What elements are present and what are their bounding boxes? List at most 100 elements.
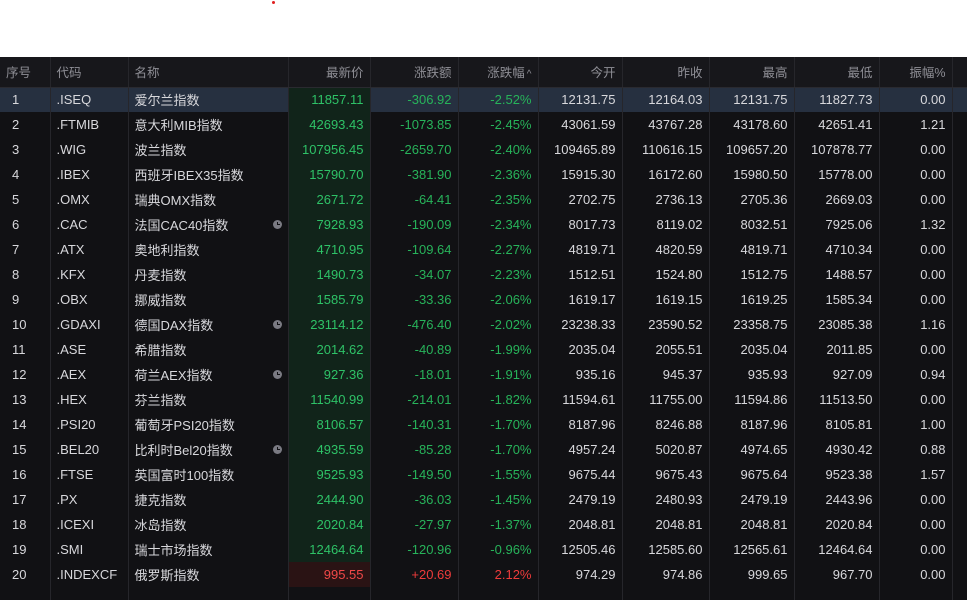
- cell-code-text: .ATX: [56, 242, 85, 257]
- header-pct-label: 涨跌幅: [487, 66, 525, 81]
- table-row[interactable]: 4 .IBEX 西班牙IBEX35指数 15790.70 -381.90 -2.36% 15…: [0, 162, 967, 187]
- sort-ascending-icon[interactable]: ^: [527, 69, 532, 80]
- table-row[interactable]: 19 .SMI 瑞士市场指数 12464.64 -120.96 -0.96% 12505.4…: [0, 537, 967, 562]
- cell-open: 4819.71: [538, 237, 623, 262]
- cell-change-text: +20.69: [411, 567, 452, 582]
- table-row[interactable]: 16 .FTSE 英国富时100指数 9525.93 -149.50 -1.55% 9675…: [0, 462, 967, 487]
- cell-amplitude: 0.00: [879, 337, 953, 362]
- cell-price-text: 4710.95: [316, 242, 364, 257]
- header-seq[interactable]: 序号: [0, 57, 51, 88]
- cell-high-text: 23358.75: [733, 317, 788, 332]
- cell-name-text: 比利时Bel20指数: [134, 443, 233, 458]
- cell-seq: 10: [0, 312, 51, 337]
- cell-prev-close-text: 8246.88: [655, 417, 703, 432]
- header-low[interactable]: 最低: [794, 57, 880, 88]
- cell-price: 107956.45: [288, 137, 371, 162]
- cell-high: 1619.25: [709, 287, 795, 312]
- cell-name: 法国CAC40指数: [128, 212, 289, 237]
- cell-price-text: 1490.73: [316, 267, 364, 282]
- cell-open-text: 4819.71: [568, 242, 616, 257]
- cell-price-text: 9525.93: [316, 467, 364, 482]
- cell-low-text: 11513.50: [819, 392, 873, 407]
- header-change[interactable]: 涨跌额: [370, 57, 459, 88]
- cell-high-text: 4974.65: [740, 442, 788, 457]
- cell-seq-text: 10: [12, 317, 27, 332]
- cell-pct: -1.70%: [458, 412, 539, 437]
- cell-price-text: 11540.99: [310, 392, 364, 407]
- clock-icon: [272, 220, 282, 229]
- table-row[interactable]: 12 .AEX 荷兰AEX指数 927.36 -18.01 -1.91% 935.16 945…: [0, 362, 967, 387]
- table-row[interactable]: 9 .OBX 挪威指数 1585.79 -33.36 -2.06% 1619.17 1619.…: [0, 287, 967, 312]
- cell-change: -120.96: [370, 537, 459, 562]
- cell-low-text: 107878.77: [811, 142, 873, 157]
- cell-pct-text: -0.96%: [490, 542, 532, 557]
- table-row[interactable]: 7 .ATX 奥地利指数 4710.95 -109.64 -2.27% 4819.71 482…: [0, 237, 967, 262]
- cell-seq: 4: [0, 162, 51, 187]
- header-price[interactable]: 最新价: [288, 57, 371, 88]
- table-row[interactable]: 1 .ISEQ 爱尔兰指数 11857.11 -306.92 -2.52% 12131.75…: [0, 87, 967, 112]
- cell-price-text: 7928.93: [316, 217, 364, 232]
- header-pct[interactable]: 涨跌幅 ^: [458, 57, 539, 88]
- cell-price-text: 107956.45: [302, 142, 364, 157]
- table-row[interactable]: 18 .ICEXI 冰岛指数 2020.84 -27.97 -1.37% 2048.81 20…: [0, 512, 967, 537]
- table-row[interactable]: 8 .KFX 丹麦指数 1490.73 -34.07 -2.23% 1512.51 1524.…: [0, 262, 967, 287]
- cell-change: -36.03: [370, 487, 459, 512]
- table-row[interactable]: 11 .ASE 希腊指数 2014.62 -40.89 -1.99% 2035.04 2055…: [0, 337, 967, 362]
- cell-change: -140.31: [370, 412, 459, 437]
- header-prev-close[interactable]: 昨收: [622, 57, 710, 88]
- cell-amplitude: 0.00: [879, 537, 953, 562]
- cell-filler: [952, 162, 967, 187]
- cell-seq: 3: [0, 137, 51, 162]
- cell-open-text: 43061.59: [561, 117, 616, 132]
- table-row[interactable]: 17 .PX 捷克指数 2444.90 -36.03 -1.45% 2479.19 2480.…: [0, 487, 967, 512]
- cell-code: .IBEX: [50, 162, 129, 187]
- cell-prev-close-text: 9675.43: [655, 467, 703, 482]
- cell-low-text: 15778.00: [818, 167, 873, 182]
- cell-pct: -2.06%: [458, 287, 539, 312]
- table-row[interactable]: 20 .INDEXCF 俄罗斯指数 995.55 +20.69 2.12% 974.29 97…: [0, 562, 967, 587]
- table-row[interactable]: 13 .HEX 芬兰指数 11540.99 -214.01 -1.82% 11594.61 1…: [0, 387, 967, 412]
- cell-low-text: 2011.85: [826, 342, 873, 357]
- cell-code: .ATX: [50, 237, 129, 262]
- cell-price-text: 995.55: [323, 567, 364, 582]
- cell-amplitude-text: 0.00: [920, 542, 946, 557]
- cell-name-text: 瑞士市场指数: [134, 543, 213, 558]
- cell-code-text: .FTMIB: [56, 117, 100, 132]
- cell-change-text: -27.97: [414, 517, 452, 532]
- cell-seq: 17: [0, 487, 51, 512]
- cell-pct-text: -2.34%: [490, 217, 532, 232]
- cell-name: 西班牙IBEX35指数: [128, 162, 289, 187]
- cell-open: 109465.89: [538, 137, 623, 162]
- table-row[interactable]: 2 .FTMIB 意大利MIB指数 42693.43 -1073.85 -2.45% 430…: [0, 112, 967, 137]
- header-amplitude[interactable]: 振幅%: [879, 57, 953, 88]
- cell-change: -306.92: [370, 87, 459, 112]
- cell-amplitude-text: 0.00: [920, 392, 946, 407]
- table-row[interactable]: 10 .GDAXI 德国DAX指数 23114.12 -476.40 -2.02% 2323…: [0, 312, 967, 337]
- header-open[interactable]: 今开: [538, 57, 623, 88]
- header-name[interactable]: 名称: [128, 57, 289, 88]
- cell-code: .PX: [50, 487, 129, 512]
- cell-pct: -1.70%: [458, 437, 539, 462]
- cell-name-text: 法国CAC40指数: [134, 218, 229, 233]
- header-high[interactable]: 最高: [709, 57, 795, 88]
- cell-seq: 16: [0, 462, 51, 487]
- cell-seq-text: 8: [12, 267, 20, 282]
- table-row[interactable]: 3 .WIG 波兰指数 107956.45 -2659.70 -2.40% 109465.8…: [0, 137, 967, 162]
- cell-pct: -0.96%: [458, 537, 539, 562]
- cell-seq-text: 16: [12, 467, 27, 482]
- header-code[interactable]: 代码: [50, 57, 129, 88]
- table-row[interactable]: 6 .CAC 法国CAC40指数 7928.93 -190.09 -2.34% 8017.7…: [0, 212, 967, 237]
- table-row[interactable]: 5 .OMX 瑞典OMX指数 2671.72 -64.41 -2.35% 2702.75 27…: [0, 187, 967, 212]
- table-row[interactable]: 14 .PSI20 葡萄牙PSI20指数 8106.57 -140.31 -1.70% 81…: [0, 412, 967, 437]
- cell-seq: 2: [0, 112, 51, 137]
- cell-pct: -1.91%: [458, 362, 539, 387]
- cell-pct-text: -2.06%: [490, 292, 532, 307]
- clock-icon: [272, 320, 282, 329]
- table-row[interactable]: 15 .BEL20 比利时Bel20指数 4935.59 -85.28 -1.70% 495…: [0, 437, 967, 462]
- cell-open-text: 4957.24: [568, 442, 616, 457]
- cell-low: 15778.00: [794, 162, 880, 187]
- cell-change-text: -85.28: [414, 442, 452, 457]
- cell-name: 希腊指数: [128, 337, 289, 362]
- cell-open: 8017.73: [538, 212, 623, 237]
- cell-name-text: 爱尔兰指数: [134, 93, 200, 109]
